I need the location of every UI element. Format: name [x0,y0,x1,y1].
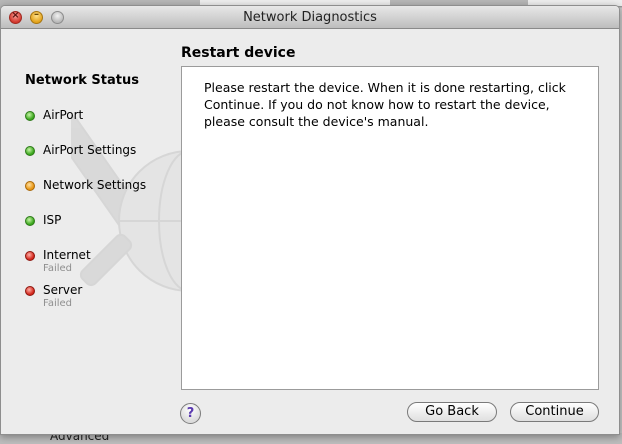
page-title: Restart device [181,45,296,61]
status-label: Server [43,283,83,297]
instructions-text: Please restart the device. When it is do… [204,80,566,129]
status-item-isp: ISP [25,213,175,243]
status-item-internet: Internet Failed [25,248,175,278]
network-diagnostics-window: × – Network Diagnostics Network Status A… [0,5,620,435]
status-item-airport-settings: AirPort Settings [25,143,175,173]
status-sublabel: Failed [43,263,73,274]
help-icon: ? [186,406,195,421]
continue-button[interactable]: Continue [510,402,599,422]
status-sublabel: Failed [43,298,73,309]
help-button[interactable]: ? [180,403,201,424]
network-status-heading: Network Status [25,73,139,88]
status-label: AirPort [43,108,84,122]
status-label: Internet [43,248,91,262]
status-item-server: Server Failed [25,283,175,313]
status-label: Network Settings [43,178,147,192]
message-panel: Please restart the device. When it is do… [181,66,599,390]
status-indicator-icon [25,146,35,156]
go-back-button[interactable]: Go Back [407,402,497,422]
status-indicator-icon [25,286,35,296]
status-indicator-icon [25,216,35,226]
status-label: AirPort Settings [43,143,137,157]
status-item-airport: AirPort [25,108,175,138]
title-bar[interactable]: × – Network Diagnostics [1,6,619,29]
status-indicator-icon [25,181,35,191]
status-item-network-settings: Network Settings [25,178,175,208]
status-label: ISP [43,213,62,227]
status-indicator-icon [25,251,35,261]
window-title: Network Diagnostics [243,10,377,25]
status-indicator-icon [25,111,35,121]
